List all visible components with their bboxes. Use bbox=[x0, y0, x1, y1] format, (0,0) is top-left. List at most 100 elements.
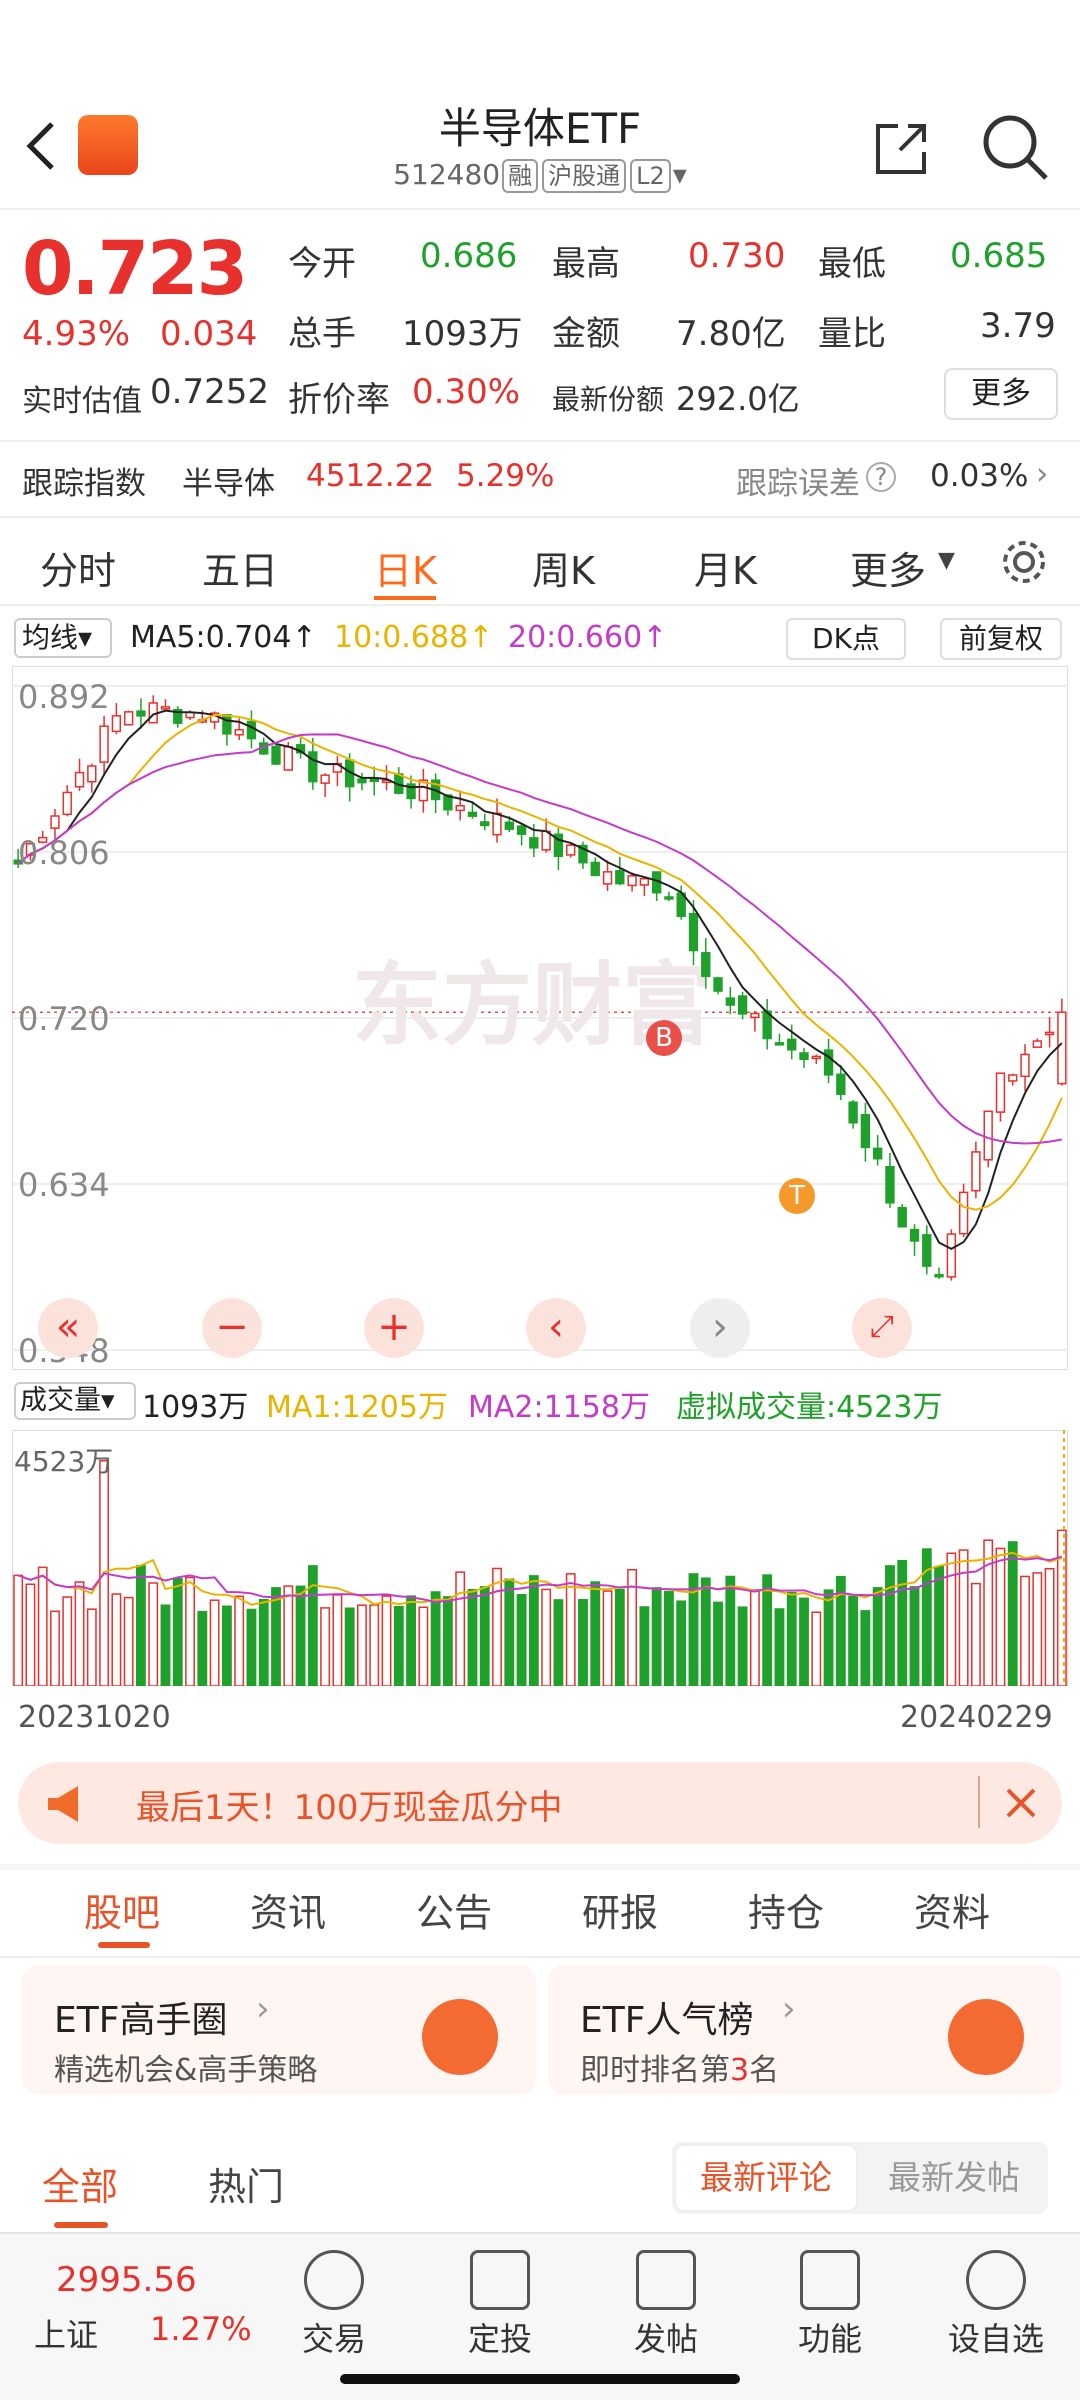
chevron-right-icon: › bbox=[1036, 456, 1049, 492]
tab-timeshare[interactable]: 分时 bbox=[40, 540, 116, 595]
volume-bar bbox=[479, 1586, 490, 1686]
ma10-text: 10:0.688 bbox=[334, 620, 469, 655]
index-value[interactable]: 2995.56 bbox=[56, 2260, 197, 2300]
volume-bar bbox=[50, 1610, 60, 1686]
candlestick-chart[interactable]: 东方财富 0.8920.8060.7200.6340.548 bbox=[12, 666, 1068, 1370]
search-icon[interactable] bbox=[980, 112, 1050, 182]
close-icon[interactable] bbox=[1004, 1786, 1038, 1820]
indicator-select[interactable]: 均线▾ bbox=[14, 618, 112, 658]
scroll-left-button[interactable]: ‹ bbox=[526, 1298, 586, 1358]
zoom-in-button[interactable]: + bbox=[364, 1298, 424, 1358]
nav-functions[interactable]: 功能 bbox=[770, 2250, 890, 2360]
volume-bar bbox=[406, 1595, 416, 1686]
volume-bar bbox=[1032, 1572, 1043, 1686]
trade-marker[interactable]: T bbox=[779, 1178, 815, 1214]
premium-label: 折价率 bbox=[288, 380, 390, 420]
candle bbox=[995, 1072, 1006, 1113]
card-etf-expert[interactable]: ETF高手圈 › 精选机会&高手策略 bbox=[22, 1965, 536, 2095]
volume-bar bbox=[430, 1591, 441, 1686]
tracking-error-value[interactable]: 0.03% bbox=[930, 458, 1028, 494]
chart-icon bbox=[470, 2250, 530, 2310]
buy-marker[interactable]: B bbox=[646, 1020, 682, 1056]
volume-bar bbox=[774, 1608, 785, 1686]
nav-post[interactable]: 发帖 bbox=[606, 2250, 726, 2360]
tracking-value: 4512.22 bbox=[306, 458, 435, 494]
tab-forum[interactable]: 股吧 bbox=[84, 1882, 160, 1937]
candle bbox=[455, 805, 465, 812]
volume-bar bbox=[381, 1595, 392, 1686]
fullscreen-icon[interactable]: ⤢ bbox=[852, 1298, 912, 1358]
tab-daily-k[interactable]: 日K bbox=[374, 540, 437, 595]
scroll-right-button[interactable]: › bbox=[690, 1298, 750, 1358]
volume-bar bbox=[246, 1608, 257, 1686]
volume-bar bbox=[221, 1605, 232, 1686]
candle bbox=[271, 745, 281, 765]
index-pct: 1.27% bbox=[150, 2310, 252, 2348]
share-label: 最新份额 bbox=[552, 383, 665, 416]
help-icon[interactable]: ? bbox=[866, 462, 896, 492]
tab-weekly-k[interactable]: 周K bbox=[532, 540, 595, 595]
volume-bar bbox=[111, 1593, 122, 1686]
tab-news[interactable]: 资讯 bbox=[250, 1882, 326, 1937]
volume-bar bbox=[295, 1585, 306, 1686]
zoom-out-button[interactable]: − bbox=[202, 1298, 262, 1358]
expert-icon bbox=[422, 1999, 498, 2075]
sort-latest-post[interactable]: 最新发帖 bbox=[864, 2144, 1044, 2212]
candle bbox=[860, 1113, 871, 1149]
adjust-button[interactable]: 前复权 bbox=[940, 618, 1062, 660]
high-value: 0.730 bbox=[688, 236, 786, 276]
volume-label: 总手 bbox=[288, 314, 356, 354]
candle bbox=[1008, 1074, 1018, 1082]
promo-banner[interactable]: 最后1天！100万现金瓜分中 bbox=[18, 1762, 1062, 1844]
estimate-label: 实时估值 bbox=[22, 384, 142, 419]
jump-start-button[interactable]: « bbox=[38, 1298, 98, 1358]
tab-5day[interactable]: 五日 bbox=[202, 540, 278, 595]
tab-holdings[interactable]: 持仓 bbox=[748, 1882, 824, 1937]
tracking-error-label: 跟踪误差 bbox=[736, 466, 860, 502]
volume-bar bbox=[872, 1587, 883, 1686]
share-value: 292.0亿 bbox=[676, 380, 800, 418]
volume-bar bbox=[283, 1585, 294, 1686]
volume-bar bbox=[541, 1588, 552, 1686]
feed-tab-all[interactable]: 全部 bbox=[42, 2156, 118, 2211]
tracking-index[interactable]: 半导体 bbox=[182, 458, 275, 503]
volume-bar bbox=[676, 1600, 687, 1686]
tab-research[interactable]: 研报 bbox=[582, 1882, 658, 1937]
card-etf-ranking[interactable]: ETF人气榜 › 即时排名第3名 bbox=[548, 1965, 1062, 2095]
candle bbox=[750, 1012, 760, 1019]
share-icon[interactable] bbox=[870, 118, 930, 178]
volume-bar bbox=[713, 1601, 723, 1686]
dk-point-button[interactable]: DK点 bbox=[786, 618, 906, 660]
more-button[interactable]: 更多 bbox=[944, 368, 1058, 420]
tab-more[interactable]: 更多 bbox=[850, 540, 926, 595]
volume-bar bbox=[442, 1596, 453, 1686]
volume-bar bbox=[614, 1588, 625, 1686]
nav-watchlist[interactable]: 设自选 bbox=[936, 2250, 1056, 2360]
volume-bar bbox=[811, 1611, 822, 1686]
volume-bar bbox=[983, 1539, 994, 1686]
tab-monthly-k[interactable]: 月K bbox=[694, 540, 757, 595]
feed-tab-indicator bbox=[54, 2222, 108, 2228]
candle bbox=[467, 811, 478, 817]
card-subtitle: 精选机会&高手策略 bbox=[54, 2053, 318, 2088]
candle bbox=[836, 1073, 846, 1095]
settings-gear-icon[interactable] bbox=[998, 536, 1050, 588]
candle bbox=[320, 774, 330, 784]
nav-watchlist-label: 设自选 bbox=[947, 2320, 1044, 2358]
volume-bar bbox=[357, 1604, 367, 1686]
more-dropdown-icon: ▼ bbox=[938, 548, 955, 573]
tab-announcements[interactable]: 公告 bbox=[416, 1882, 492, 1937]
volume-indicator-select[interactable]: 成交量▾ bbox=[14, 1382, 136, 1420]
volume-chart[interactable] bbox=[12, 1430, 1068, 1686]
volume-bar bbox=[320, 1607, 331, 1686]
feed-tab-hot[interactable]: 热门 bbox=[208, 2156, 284, 2211]
candle bbox=[848, 1101, 858, 1124]
nav-invest[interactable]: 定投 bbox=[440, 2250, 560, 2360]
sort-latest-comment[interactable]: 最新评论 bbox=[674, 2144, 858, 2212]
tab-profile[interactable]: 资料 bbox=[914, 1882, 990, 1937]
price-tick-label: 0.634 bbox=[18, 1166, 110, 1204]
volume-bar bbox=[344, 1607, 355, 1686]
more-dots-icon bbox=[966, 2250, 1026, 2310]
candle bbox=[811, 1055, 821, 1060]
nav-trade[interactable]: 交易 bbox=[274, 2250, 394, 2360]
